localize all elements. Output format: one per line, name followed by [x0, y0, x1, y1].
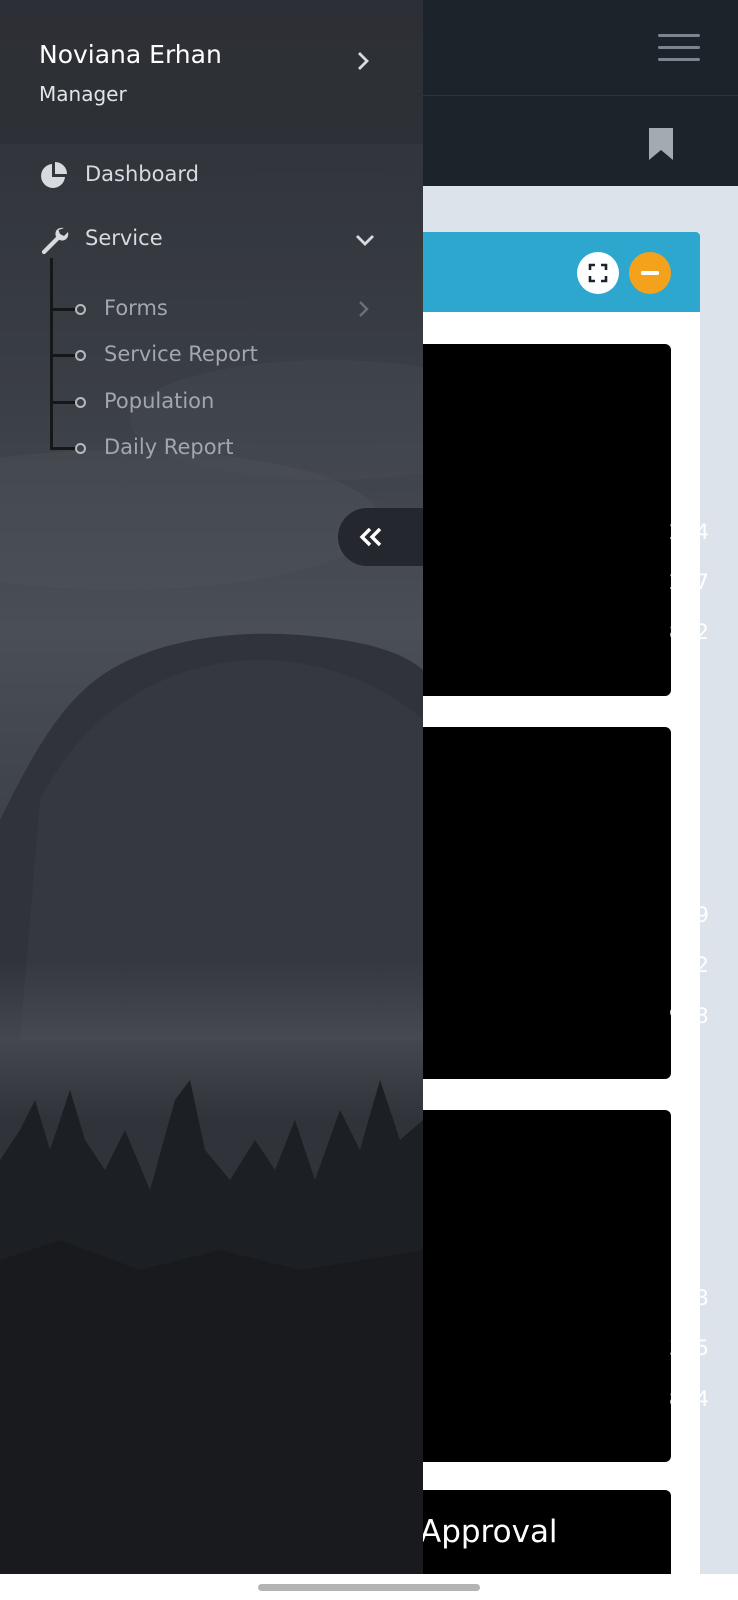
submenu-item-forms[interactable]: Forms — [0, 288, 423, 330]
stat-value: 297 — [668, 570, 709, 594]
pie-chart-icon — [41, 162, 67, 188]
stat-value: 159 — [668, 903, 709, 927]
collapse-drawer-button[interactable] — [338, 508, 423, 566]
tree-branch — [50, 354, 76, 357]
stat-value: 923 — [668, 1004, 709, 1028]
home-indicator[interactable] — [258, 1584, 480, 1591]
circle-bullet-icon — [75, 304, 86, 315]
tree-branch — [50, 447, 76, 450]
tree-branch — [50, 401, 76, 404]
stat-value: 214 — [668, 520, 709, 544]
double-chevron-left-icon — [359, 527, 382, 547]
sidebar-item-label: Service — [85, 226, 163, 250]
user-name: Noviana Erhan — [39, 40, 222, 69]
sidebar-item-service[interactable]: Service — [0, 212, 423, 268]
submenu-item-label: Daily Report — [104, 435, 234, 459]
approval-title: Approval — [420, 1514, 558, 1550]
fullscreen-icon — [588, 263, 608, 283]
circle-bullet-icon — [75, 397, 86, 408]
stat-value: 874 — [668, 1387, 709, 1411]
hamburger-menu-icon[interactable] — [658, 34, 700, 62]
minus-icon — [641, 271, 659, 275]
wrench-icon — [41, 227, 69, 255]
submenu-item-label: Forms — [104, 296, 168, 320]
submenu-item-label: Population — [104, 389, 215, 413]
sidebar-item-dashboard[interactable]: Dashboard — [0, 148, 423, 204]
tree-branch — [50, 308, 76, 311]
drawer-profile-header[interactable]: Noviana Erhan Manager — [0, 0, 423, 144]
bookmark-icon[interactable] — [646, 126, 676, 162]
expand-card-button[interactable] — [577, 252, 619, 294]
navigation-drawer: Noviana Erhan Manager Dashboard Service … — [0, 0, 423, 1574]
sidebar-item-label: Dashboard — [85, 162, 199, 186]
submenu-item-service-report[interactable]: Service Report — [0, 334, 423, 376]
chevron-right-icon — [359, 301, 369, 317]
stat-value: 375 — [668, 1336, 709, 1360]
collapse-card-button[interactable] — [629, 252, 671, 294]
submenu-item-population[interactable]: Population — [0, 381, 423, 423]
submenu-item-label: Service Report — [104, 342, 258, 366]
chevron-right-icon — [358, 52, 369, 70]
user-role: Manager — [39, 82, 127, 106]
stat-value: 812 — [668, 620, 709, 644]
chevron-down-icon — [356, 235, 374, 246]
circle-bullet-icon — [75, 443, 86, 454]
stat-value: 12 — [682, 953, 709, 977]
submenu-item-daily-report[interactable]: Daily Report — [0, 427, 423, 469]
circle-bullet-icon — [75, 350, 86, 361]
stat-value: 13 — [682, 1286, 709, 1310]
